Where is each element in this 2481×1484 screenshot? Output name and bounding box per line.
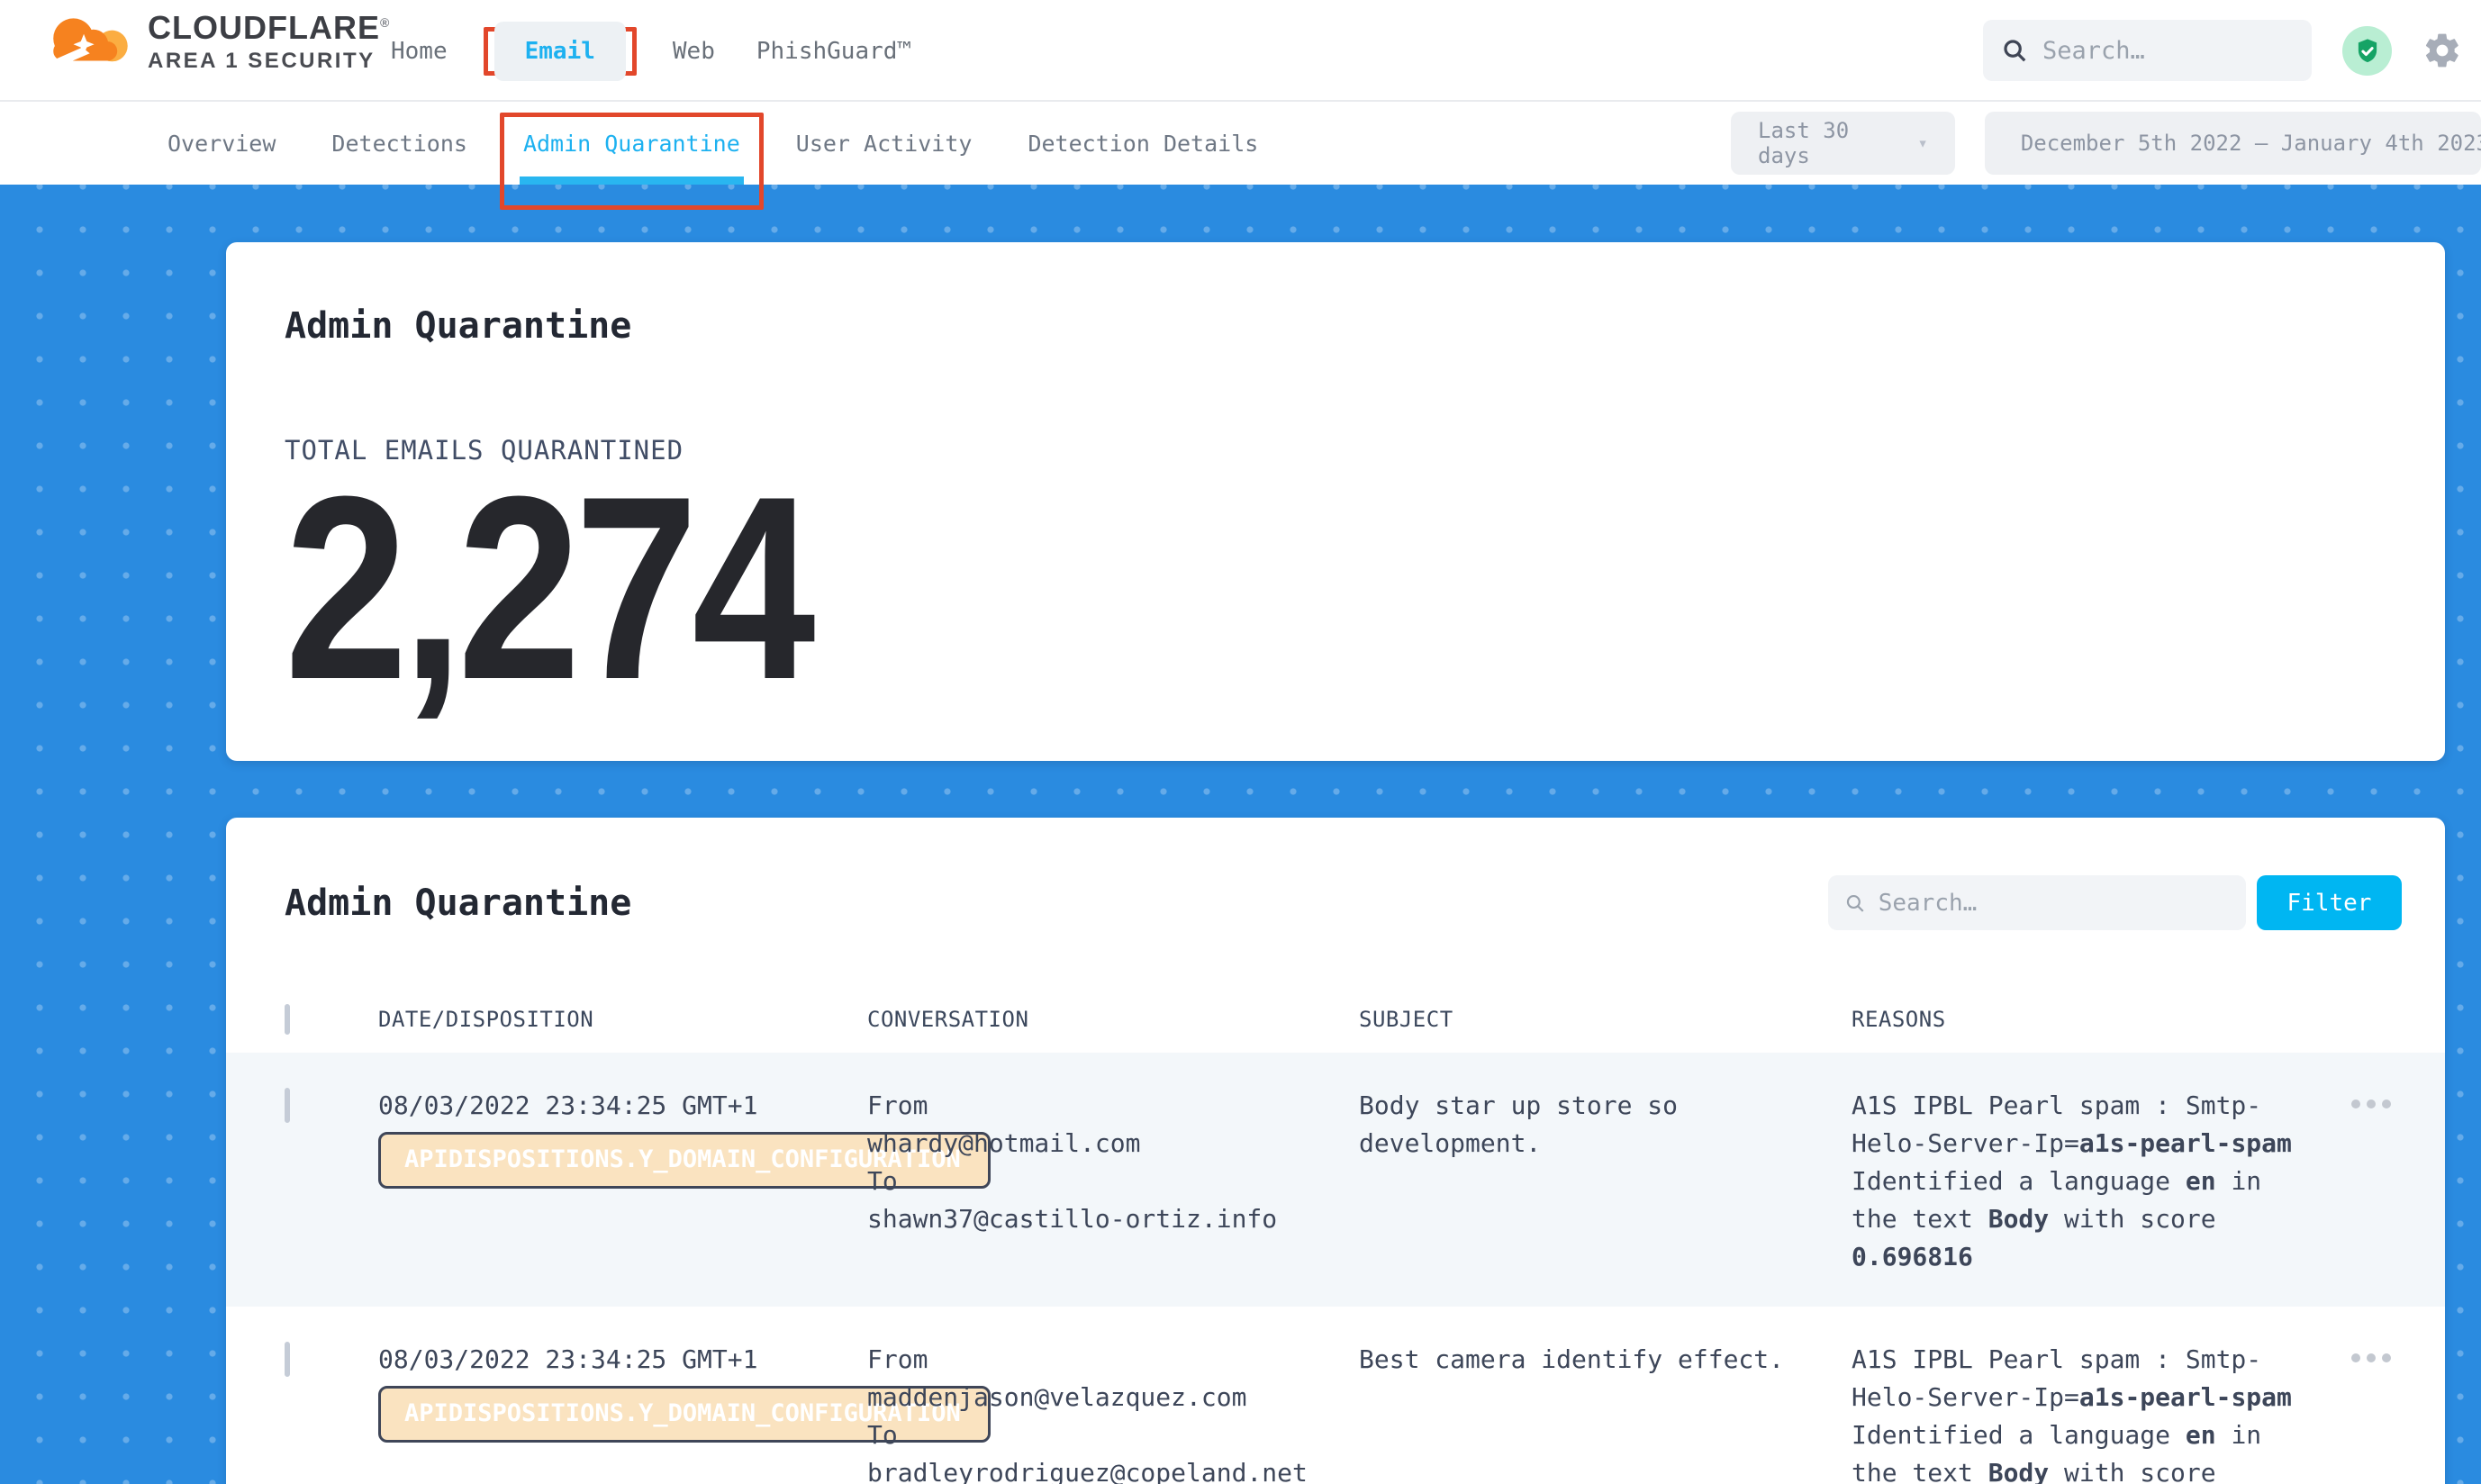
nav-item-phishguard[interactable]: PhishGuard™: [751, 38, 917, 65]
table-search: [1828, 875, 2246, 930]
screen: CLOUDFLARE® AREA 1 SECURITY Home Email W…: [0, 0, 2481, 1484]
conv-to: shawn37@castillo-ortiz.info: [867, 1200, 1359, 1238]
gear-icon[interactable]: [2422, 31, 2462, 70]
select-all-checkbox[interactable]: [285, 1004, 290, 1035]
column-header-subject: SUBJECT: [1359, 1007, 1852, 1032]
brand: CLOUDFLARE® AREA 1 SECURITY: [43, 9, 390, 74]
chevron-down-icon: ▾: [1917, 133, 1927, 153]
nav-item-email[interactable]: Email: [494, 22, 626, 81]
table-row[interactable]: 08/03/2022 23:34:25 GMT+1 APIDISPOSITION…: [226, 1053, 2445, 1307]
global-search: [1983, 20, 2312, 81]
metric-value: 2,274: [285, 480, 820, 696]
brand-name: CLOUDFLARE®: [148, 9, 390, 47]
row-checkbox[interactable]: [285, 1342, 290, 1377]
quarantine-table-card: Admin Quarantine Filter DATE/DISPOSITION: [226, 818, 2445, 1484]
active-tab-underline: [520, 176, 744, 185]
tab-detection-details[interactable]: Detection Details: [1028, 102, 1258, 185]
date-range-button[interactable]: December 5th 2022 — January 4th 2023: [1985, 112, 2481, 175]
row-reasons: A1S IPBL Pearl spam : Smtp-Helo-Server-I…: [1852, 1087, 2302, 1276]
cloudflare-logo-icon: [43, 12, 133, 71]
summary-card: Admin Quarantine TOTAL EMAILS QUARANTINE…: [226, 242, 2445, 761]
row-subject: Best camera identify effect.: [1359, 1341, 1800, 1484]
tab-user-activity[interactable]: User Activity: [796, 102, 973, 185]
table-rows: 08/03/2022 23:34:25 GMT+1 APIDISPOSITION…: [226, 1053, 2445, 1484]
column-header-conversation: CONVERSATION: [867, 1007, 1359, 1032]
row-date: 08/03/2022 23:34:25 GMT+1: [378, 1090, 757, 1120]
row-subject: Body star up store so development.: [1359, 1087, 1800, 1276]
conv-to-label: To: [867, 1163, 1359, 1200]
row-actions-ellipsis-icon[interactable]: [2351, 1353, 2405, 1362]
primary-nav: Home Email Web PhishGuard™: [385, 0, 917, 102]
nav-item-home[interactable]: Home: [385, 38, 453, 65]
page-content: Admin Quarantine TOTAL EMAILS QUARANTINE…: [0, 185, 2481, 1484]
conv-from-label: From: [867, 1087, 1359, 1125]
table-card-header: Admin Quarantine Filter: [226, 818, 2445, 930]
column-header-reasons: REASONS: [1852, 1007, 2351, 1032]
table-search-input[interactable]: [1879, 890, 2230, 917]
row-date: 08/03/2022 23:34:25 GMT+1: [378, 1344, 757, 1374]
search-icon: [2001, 37, 2028, 64]
period-dropdown[interactable]: Last 30 days ▾: [1731, 112, 1955, 175]
conv-to: bradleyrodriguez@copeland.net: [867, 1454, 1359, 1484]
conv-to-label: To: [867, 1416, 1359, 1454]
row-reasons: A1S IPBL Pearl spam : Smtp-Helo-Server-I…: [1852, 1341, 2302, 1484]
search-icon: [1844, 891, 1866, 915]
nav-item-web[interactable]: Web: [667, 38, 720, 65]
conv-from: whardy@hotmail.com: [867, 1125, 1359, 1163]
annotation-box-email: Email: [484, 27, 637, 76]
table-header-row: DATE/DISPOSITION CONVERSATION SUBJECT RE…: [226, 986, 2445, 1053]
date-controls: Last 30 days ▾ December 5th 2022 — Janua…: [1731, 112, 2481, 175]
table-card-title: Admin Quarantine: [285, 882, 631, 924]
summary-card-title: Admin Quarantine: [285, 242, 2445, 347]
top-nav: CLOUDFLARE® AREA 1 SECURITY Home Email W…: [0, 0, 2481, 102]
conv-from-label: From: [867, 1341, 1359, 1379]
global-search-input[interactable]: [2042, 37, 2294, 65]
column-header-date: DATE/DISPOSITION: [378, 1007, 867, 1032]
sub-nav-tabs: Overview Detections Admin Quarantine Use…: [168, 102, 1258, 185]
verified-shield-icon[interactable]: [2342, 26, 2392, 76]
conv-from: maddenjason@velazquez.com: [867, 1379, 1359, 1416]
tab-detections[interactable]: Detections: [331, 102, 467, 185]
quarantine-table: DATE/DISPOSITION CONVERSATION SUBJECT RE…: [226, 986, 2445, 1484]
brand-subtitle: AREA 1 SECURITY: [148, 49, 390, 74]
filter-button[interactable]: Filter: [2257, 875, 2402, 930]
email-sub-nav: Overview Detections Admin Quarantine Use…: [0, 102, 2481, 185]
table-row[interactable]: 08/03/2022 23:34:25 GMT+1 APIDISPOSITION…: [226, 1307, 2445, 1484]
row-actions-ellipsis-icon[interactable]: [2351, 1099, 2405, 1108]
row-checkbox[interactable]: [285, 1088, 290, 1123]
tab-overview[interactable]: Overview: [168, 102, 276, 185]
tab-admin-quarantine[interactable]: Admin Quarantine: [523, 102, 740, 185]
